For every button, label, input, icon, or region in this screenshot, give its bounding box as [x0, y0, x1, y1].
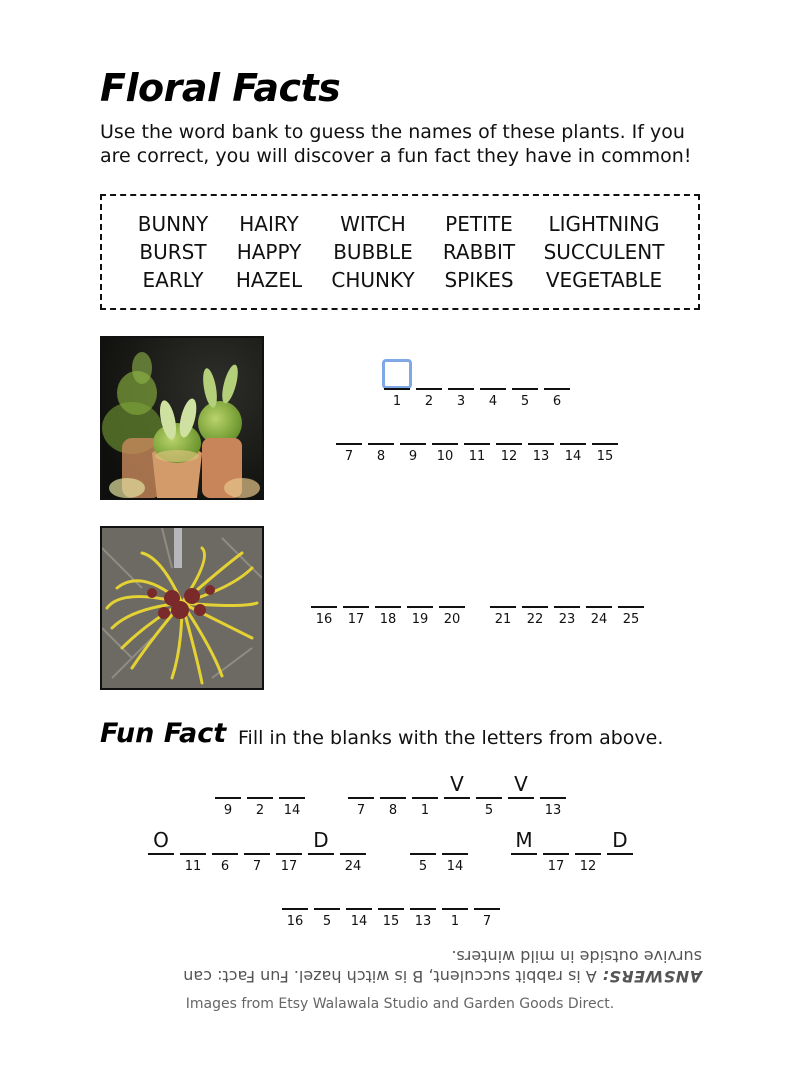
answers-upside-down: ANSWERS: A is rabbit succulent, B is wit…	[120, 946, 702, 986]
word-bank-item: VEGETABLE	[545, 268, 663, 292]
fact-blank[interactable]: 7	[348, 773, 374, 818]
word-bank-item: EARLY	[142, 268, 204, 292]
letter-blank[interactable]: 11	[464, 419, 490, 464]
witch-hazel-photo	[100, 526, 264, 690]
word-bank-column: LIGHTNING SUCCULENT VEGETABLE	[534, 210, 674, 294]
word-bank-item: HAIRY	[239, 212, 299, 236]
fact-blank[interactable]: 2	[247, 773, 273, 818]
letter-blank[interactable]: 6	[544, 364, 570, 409]
fact-blank[interactable]: 14	[346, 884, 372, 929]
fact-blank[interactable]: 15	[378, 884, 404, 929]
word-bank-item: BURST	[139, 240, 207, 264]
letter-blank[interactable]: 5	[512, 364, 538, 409]
word-bank-item: WITCH	[340, 212, 406, 236]
fact-blank[interactable]: 8	[380, 773, 406, 818]
word-bank-column: HAIRY HAPPY HAZEL	[214, 210, 324, 294]
word-bank-item: BUBBLE	[333, 240, 413, 264]
fact-blank[interactable]: 24	[340, 829, 366, 874]
letter-blank[interactable]: 17	[343, 582, 369, 627]
fact-blank[interactable]: V	[444, 773, 470, 813]
fact-blank[interactable]: M	[511, 829, 537, 869]
fun-fact-title: Fun Fact	[100, 718, 227, 749]
fact-blank[interactable]: 16	[282, 884, 308, 929]
word-bank-column: WITCH BUBBLE CHUNKY	[318, 210, 428, 294]
image-credits: Images from Etsy Walawala Studio and Gar…	[185, 996, 615, 1012]
letter-blank[interactable]: 21	[490, 582, 516, 627]
letter-blank[interactable]: 14	[560, 419, 586, 464]
word-bank-item: CHUNKY	[331, 268, 415, 292]
word-bank-item: PETITE	[445, 212, 513, 236]
letter-blank[interactable]: 19	[407, 582, 433, 627]
fact-blank[interactable]: 17	[543, 829, 569, 874]
word-bank-item: HAZEL	[235, 268, 303, 292]
letter-blank[interactable]: 10	[432, 419, 458, 464]
rabbit-succulent-image	[102, 338, 262, 498]
letter-blank[interactable]: 2	[416, 364, 442, 409]
fun-fact-instructions: Fill in the blanks with the letters from…	[238, 727, 664, 749]
fact-blank[interactable]: 13	[540, 773, 566, 818]
word-bank-item: SPIKES	[444, 268, 514, 292]
fact-blank[interactable]: 17	[276, 829, 302, 874]
fact-blank[interactable]: 14	[442, 829, 468, 874]
fact-blank[interactable]: 14	[279, 773, 305, 818]
word-bank-column: BUNNY BURST EARLY	[118, 210, 228, 294]
letter-blank[interactable]: 15	[592, 419, 618, 464]
letter-blank[interactable]: 20	[439, 582, 465, 627]
word-bank-item: HAPPY	[236, 240, 302, 264]
word-bank-item: SUCCULENT	[543, 240, 665, 264]
fact-blank[interactable]: 1	[412, 773, 438, 818]
page-title: Floral Facts	[100, 66, 341, 110]
letter-blank[interactable]: 16	[311, 582, 337, 627]
letter-blank[interactable]: 7	[336, 419, 362, 464]
fact-blank[interactable]: 7	[474, 884, 500, 929]
fact-blank[interactable]: 9	[215, 773, 241, 818]
fact-blank[interactable]: 11	[180, 829, 206, 874]
letter-blank[interactable]: 4	[480, 364, 506, 409]
fact-blank[interactable]: 5	[314, 884, 340, 929]
fact-blank[interactable]: D	[308, 829, 334, 869]
intro-text: Use the word bank to guess the names of …	[100, 121, 692, 167]
fact-blank[interactable]: 13	[410, 884, 436, 929]
fact-blank[interactable]: D	[607, 829, 633, 869]
word-bank-item: RABBIT	[442, 240, 516, 264]
rabbit-succulent-photo	[100, 336, 264, 500]
letter-blank[interactable]: 12	[496, 419, 522, 464]
fact-blank[interactable]: 5	[476, 773, 502, 818]
letter-blank[interactable]: 3	[448, 364, 474, 409]
fact-blank[interactable]: 7	[244, 829, 270, 874]
answers-label: ANSWERS:	[601, 967, 702, 986]
word-bank-column: PETITE RABBIT SPIKES	[424, 210, 534, 294]
letter-blank[interactable]: 25	[618, 582, 644, 627]
letter-blank[interactable]: 24	[586, 582, 612, 627]
fact-blank[interactable]: 6	[212, 829, 238, 874]
word-bank: BUNNY BURST EARLY HAIRY HAPPY HAZEL WITC…	[100, 194, 700, 310]
letter-blank[interactable]: 23	[554, 582, 580, 627]
letter-blank[interactable]: 1	[384, 364, 410, 409]
letter-blank[interactable]: 13	[528, 419, 554, 464]
fact-blank[interactable]: 12	[575, 829, 601, 874]
word-bank-item: BUNNY	[137, 212, 209, 236]
letter-blank[interactable]: 22	[522, 582, 548, 627]
word-bank-item: LIGHTNING	[548, 212, 660, 236]
fact-blank[interactable]: 5	[410, 829, 436, 874]
witch-hazel-image	[102, 528, 262, 688]
fact-blank[interactable]: O	[148, 829, 174, 869]
fact-blank[interactable]: 1	[442, 884, 468, 929]
letter-blank[interactable]: 8	[368, 419, 394, 464]
letter-blank[interactable]: 9	[400, 419, 426, 464]
fact-blank[interactable]: V	[508, 773, 534, 813]
letter-blank[interactable]: 18	[375, 582, 401, 627]
